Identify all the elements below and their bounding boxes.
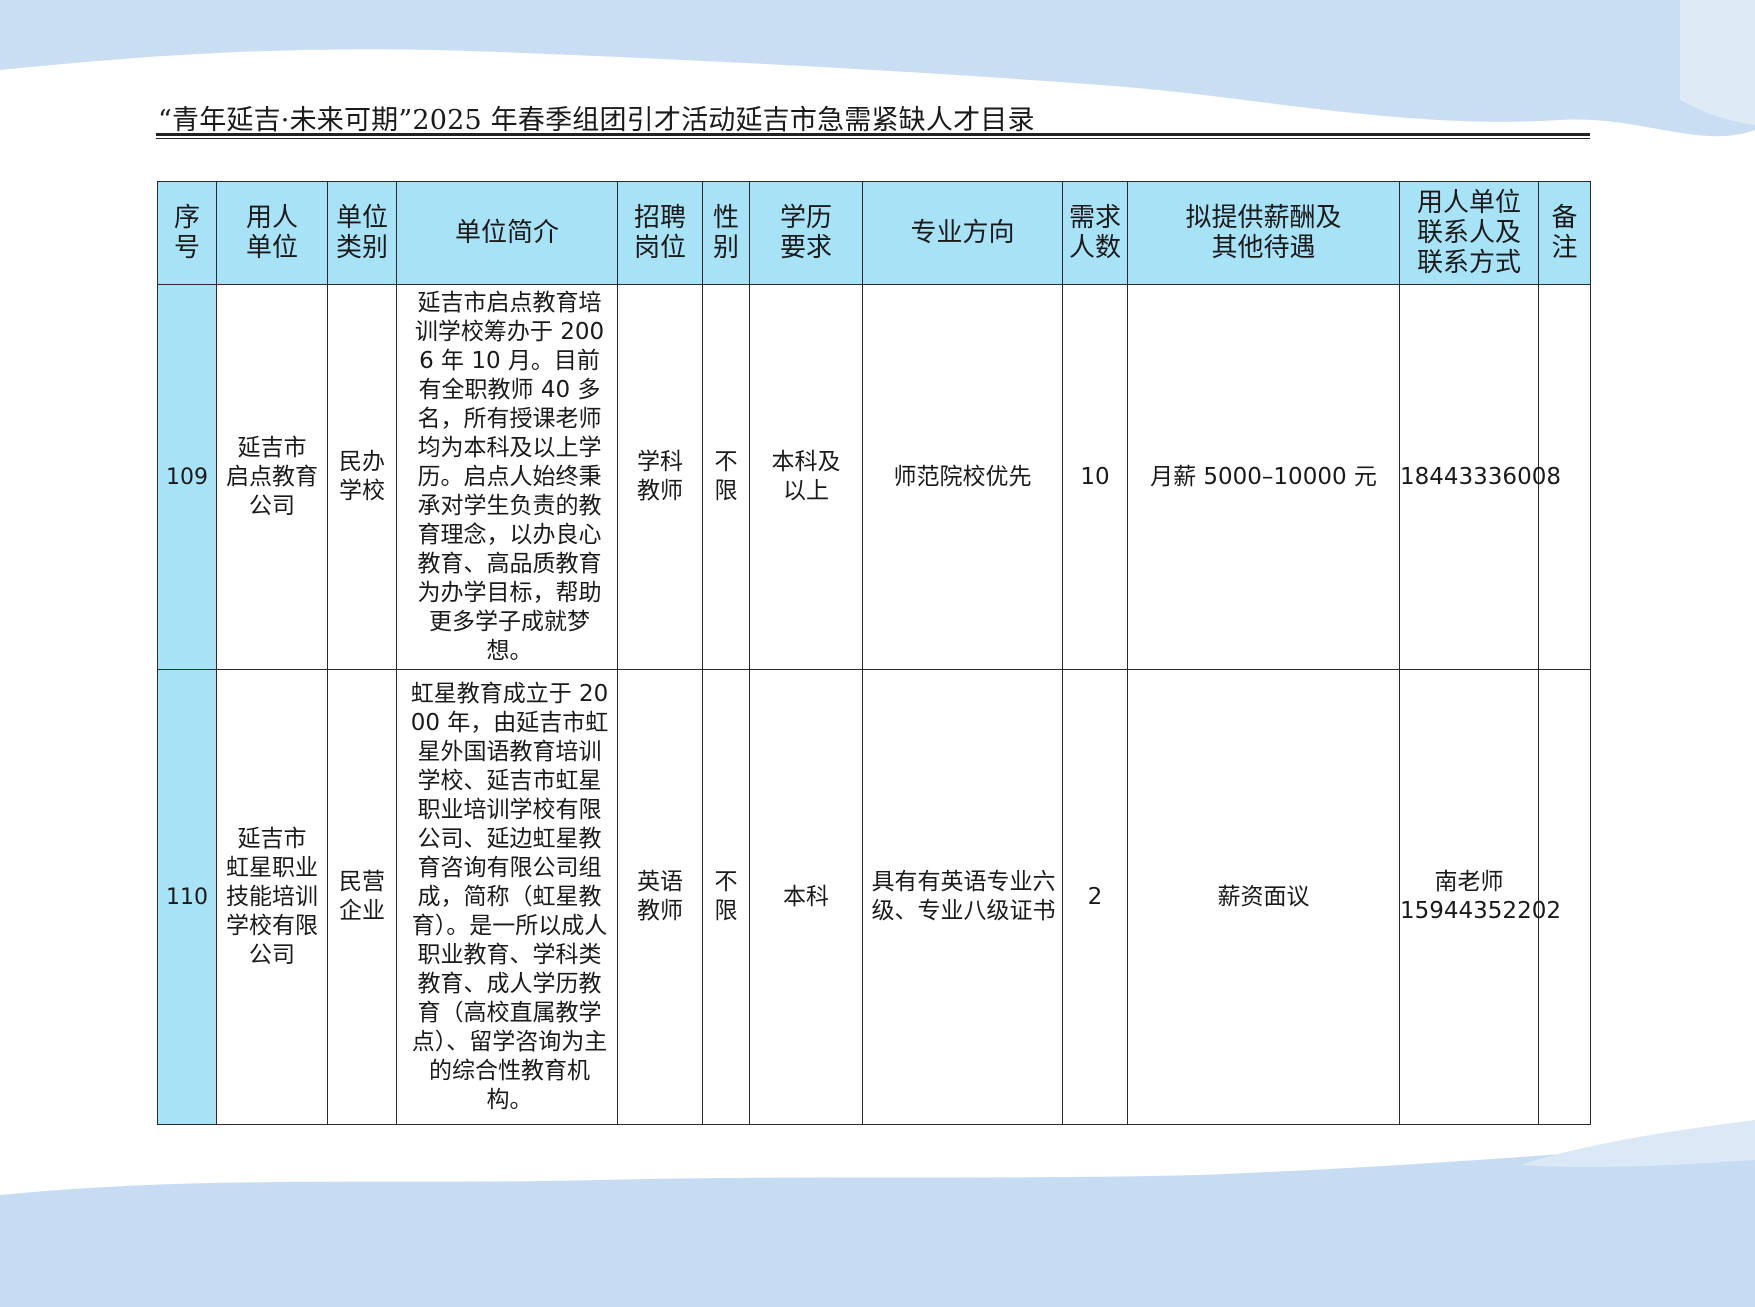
gender-cell-text: 限	[714, 478, 738, 504]
header-text: 要求	[779, 233, 832, 263]
header-text: 号	[173, 233, 200, 263]
gender-cell: 不限	[702, 284, 750, 670]
header-text: 用人单位	[1416, 188, 1521, 218]
header-text: 联系人及	[1416, 218, 1521, 248]
contact-cell-text: 18443336008	[1400, 463, 1561, 490]
title-underline	[156, 133, 1590, 136]
row-index-cell: 110	[157, 669, 217, 1125]
employer-cell-text: 公司	[249, 941, 295, 968]
remark-cell	[1538, 669, 1591, 1125]
header-text: 单位简介	[454, 218, 559, 248]
col-salary-header: 拟提供薪酬及 其他待遇	[1127, 181, 1400, 285]
header-text: 单位	[335, 203, 388, 233]
contact-cell-text: 15944352202	[1400, 898, 1561, 924]
col-index-header: 序号	[157, 181, 217, 285]
header-text: 联系方式	[1416, 248, 1521, 278]
employer-cell-text: 技能培训	[226, 883, 318, 910]
col-headcount-header: 需求 人数	[1062, 181, 1128, 285]
employer-type-cell-text: 企业	[339, 898, 385, 924]
gender-cell-text: 不	[714, 449, 738, 475]
salary-cell: 薪资面议	[1127, 669, 1400, 1125]
col-employer-header: 用人 单位	[216, 181, 328, 285]
education-cell-text: 本科	[783, 883, 829, 910]
header-text: 岗位	[633, 233, 686, 263]
table-row: 109 延吉市 启点教育 公司 民办 学校 延吉市启点教育培训学校筹办于 2006 年 10…	[157, 284, 1591, 670]
salary-cell: 月薪 5000–10000 元	[1127, 284, 1400, 670]
education-cell: 本科	[749, 669, 863, 1125]
col-remark-header: 备注	[1538, 181, 1591, 285]
table-header-row: 序号用人 单位 单位 类别 单位简介 招聘 岗位性别学历 要求 专业方向 需求 人数 拟提供薪酬及 其他…	[157, 181, 1591, 285]
row-index-cell: 109	[157, 284, 217, 670]
talent-catalog-table: 序号用人 单位 单位 类别 单位简介 招聘 岗位性别学历 要求 专业方向 需求 人数 拟提供薪酬及 其他…	[157, 181, 1591, 1125]
employer-cell-text: 延吉市	[237, 825, 307, 852]
gender-cell: 不限	[702, 669, 750, 1125]
header-text: 注	[1551, 233, 1578, 263]
header-text: 备	[1551, 203, 1578, 233]
employer-cell-text: 学校有限	[226, 912, 318, 939]
employer-type-cell-text: 民营	[339, 869, 385, 895]
col-education-header: 学历 要求	[749, 181, 863, 285]
employer-type-cell: 民办 学校	[327, 284, 397, 670]
major-cell: 师范院校优先	[862, 284, 1063, 670]
header-text: 性	[712, 203, 739, 233]
contact-cell: 18443336008	[1399, 284, 1561, 670]
header-text: 别	[712, 233, 739, 263]
position-cell-text: 英语	[637, 869, 683, 895]
education-cell-text: 本科及	[771, 449, 841, 475]
employer-intro-cell: 虹星教育成立于 2000 年，由延吉市虹星外国语教育培训学校、延吉市虹星职业培训…	[396, 669, 618, 1125]
position-cell-text: 教师	[637, 478, 683, 504]
col-major-header: 专业方向	[862, 181, 1063, 285]
title-underline-thin	[156, 138, 1590, 139]
employer-cell-text: 公司	[249, 492, 295, 519]
employer-cell: 延吉市 启点教育 公司	[216, 284, 328, 670]
header-text: 专业方向	[910, 218, 1015, 248]
position-cell: 学科 教师	[617, 284, 703, 670]
position-cell: 英语 教师	[617, 669, 703, 1125]
employer-type-cell-text: 民办	[339, 449, 385, 475]
employer-type-cell: 民营 企业	[327, 669, 397, 1125]
header-text: 招聘	[633, 203, 686, 233]
gender-cell-text: 不	[714, 869, 738, 895]
header-text: 序	[173, 203, 200, 233]
col-gender-header: 性别	[702, 181, 750, 285]
position-cell-text: 学科	[637, 449, 683, 475]
education-cell: 本科及 以上	[749, 284, 863, 670]
gender-cell-text: 限	[714, 898, 738, 924]
header-text: 其他待遇	[1211, 233, 1316, 263]
header-text: 拟提供薪酬及	[1185, 203, 1342, 233]
header-text: 用人	[245, 203, 298, 233]
major-cell: 具有有英语专业六级、专业八级证书	[862, 669, 1063, 1125]
employer-cell: 延吉市 虹星职业 技能培训 学校有限 公司	[216, 669, 328, 1125]
employer-cell-text: 延吉市	[237, 434, 307, 461]
header-text: 需求	[1068, 203, 1121, 233]
education-cell-text: 以上	[783, 478, 829, 504]
position-cell-text: 教师	[637, 898, 683, 924]
contact-cell: 南老师 15944352202	[1399, 669, 1561, 1125]
col-intro-header: 单位简介	[396, 181, 618, 285]
employer-intro-cell: 延吉市启点教育培训学校筹办于 2006 年 10 月。目前有全职教师 40 多名…	[396, 284, 618, 670]
table-row: 110 延吉市 虹星职业 技能培训 学校有限 公司 民营 企业 虹星教育成立于 2000 年，由…	[157, 669, 1591, 1125]
header-text: 人数	[1068, 233, 1121, 263]
contact-cell-text: 南老师	[1434, 869, 1504, 895]
header-text: 类别	[335, 233, 388, 263]
header-text: 单位	[245, 233, 298, 263]
page-title: “青年延吉·未来可期”2025 年春季组团引才活动延吉市急需紧缺人才目录	[158, 105, 1035, 136]
headcount-cell: 2	[1062, 669, 1128, 1125]
employer-type-cell-text: 学校	[339, 478, 385, 504]
col-contact-header: 用人单位 联系人及 联系方式	[1399, 181, 1539, 285]
col-position-header: 招聘 岗位	[617, 181, 703, 285]
employer-cell-text: 虹星职业	[226, 854, 318, 881]
employer-cell-text: 启点教育	[226, 463, 318, 490]
header-text: 学历	[779, 203, 832, 233]
col-type-header: 单位 类别	[327, 181, 397, 285]
headcount-cell: 10	[1062, 284, 1128, 670]
